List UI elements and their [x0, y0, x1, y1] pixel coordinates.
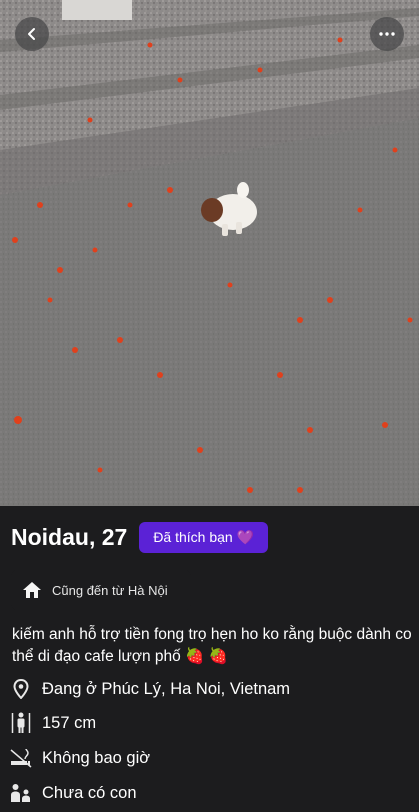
liked-you-badge: Đã thích bạn 💜: [139, 522, 269, 553]
smoking-icon: [10, 747, 32, 769]
name-age: Noidau, 27: [11, 524, 128, 550]
name-row: Noidau, 27 Đã thích bạn 💜: [11, 522, 269, 553]
chevron-left-icon: [28, 28, 35, 40]
origin-chip: Cũng đến từ Hà Nội: [11, 569, 191, 611]
photo-image: [0, 0, 419, 506]
origin-text: Cũng đến từ Hà Nội: [52, 582, 168, 598]
location-pin-icon: [10, 678, 32, 700]
detail-children: Chưa có con: [10, 780, 137, 806]
baby-icon: [10, 782, 32, 804]
detail-smoking: Không bao giờ: [10, 745, 150, 771]
profile-photo[interactable]: [0, 0, 419, 506]
more-button[interactable]: [370, 17, 404, 51]
more-dots-icon: [379, 32, 395, 36]
home-icon: [23, 582, 41, 598]
profile-info: Noidau, 27 Đã thích bạn 💜 Cũng đến từ Hà…: [0, 506, 419, 812]
height-icon: [10, 712, 32, 734]
detail-smoking-text: Không bao giờ: [42, 748, 151, 767]
back-button[interactable]: [15, 17, 49, 51]
detail-height-text: 157 cm: [42, 713, 97, 732]
detail-location: Đang ở Phúc Lý, Ha Noi, Vietnam: [10, 676, 290, 702]
detail-height: 157 cm: [10, 710, 96, 736]
detail-location-text: Đang ở Phúc Lý, Ha Noi, Vietnam: [42, 679, 291, 698]
bio-text: kiếm anh hỗ trợ tiền fong trọ hẹn ho ko …: [12, 626, 412, 665]
detail-children-text: Chưa có con: [42, 783, 137, 802]
